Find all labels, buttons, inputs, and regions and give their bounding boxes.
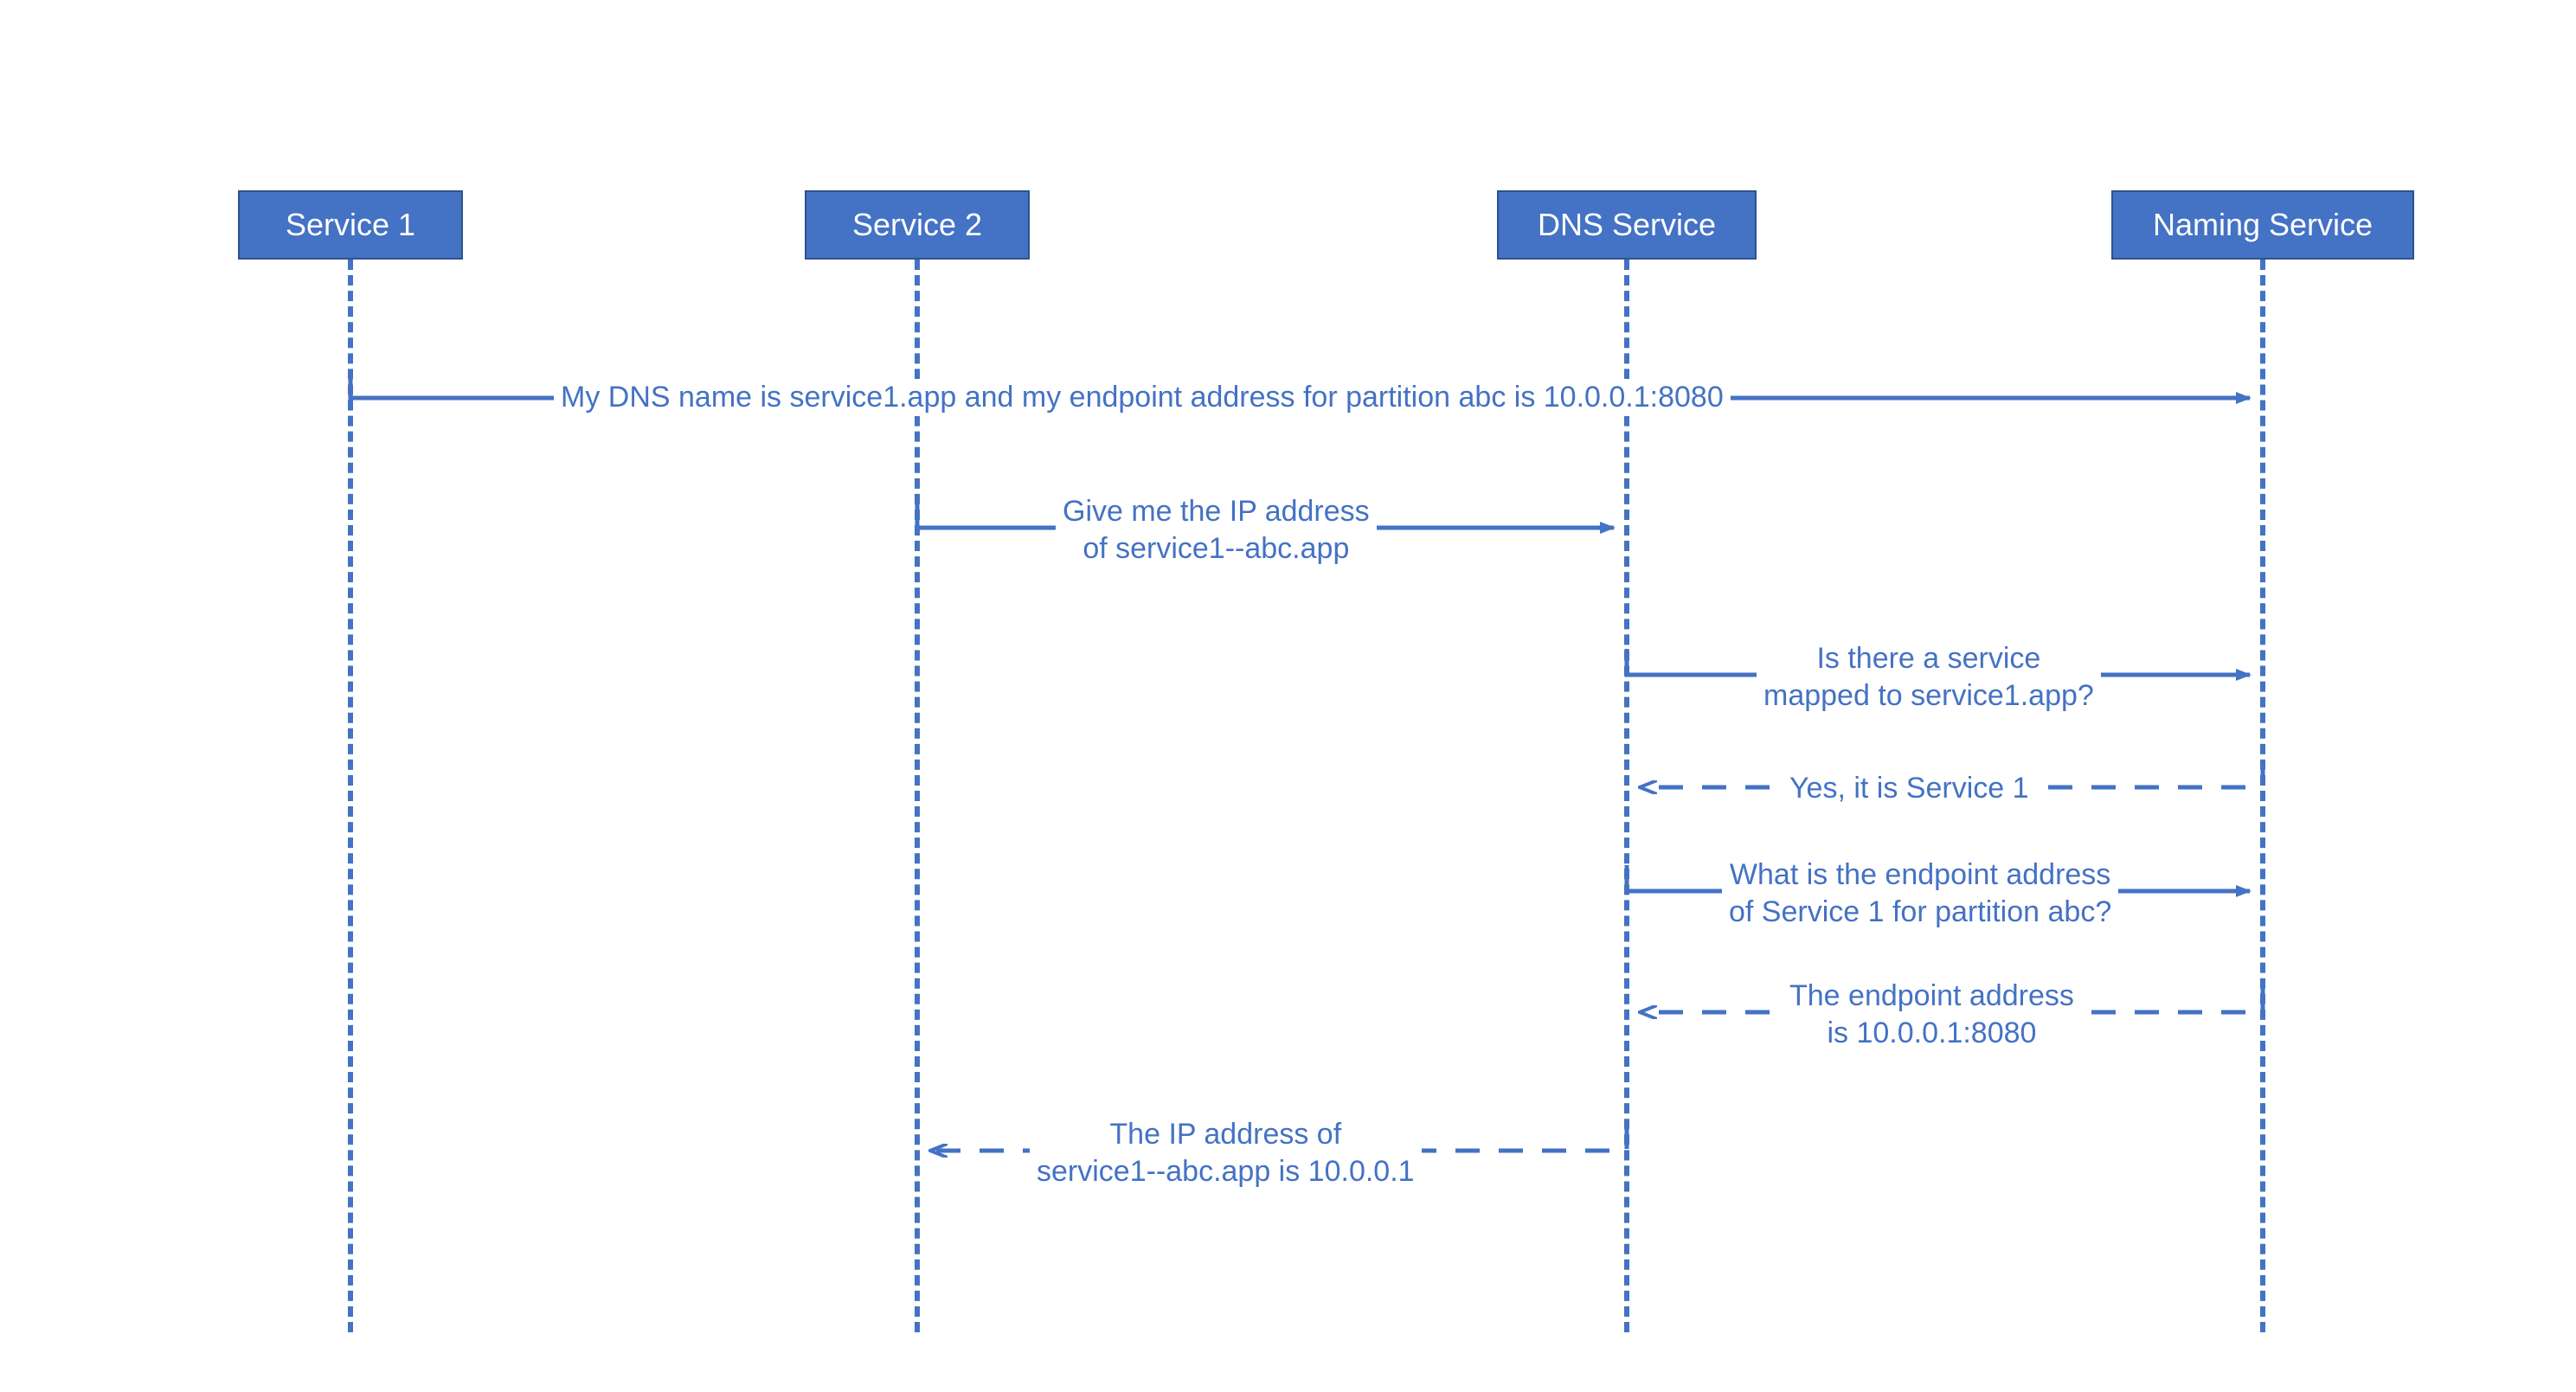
sequence-diagram: Service 1 Service 2 DNS Service Naming S… xyxy=(0,0,2576,1392)
message-endpoint-reply: The endpoint address is 10.0.0.1:8080 xyxy=(1783,978,2081,1051)
message-query-service-mapping: Is there a service mapped to service1.ap… xyxy=(1757,640,2101,714)
message-query-endpoint: What is the endpoint address of Service … xyxy=(1722,856,2118,930)
message-request-ip: Give me the IP address of service1--abc.… xyxy=(1056,493,1377,567)
message-register-endpoint: My DNS name is service1.app and my endpo… xyxy=(554,379,1731,416)
message-mapping-reply: Yes, it is Service 1 xyxy=(1783,770,2036,807)
message-ip-reply: The IP address of service1--abc.app is 1… xyxy=(1030,1116,1422,1190)
